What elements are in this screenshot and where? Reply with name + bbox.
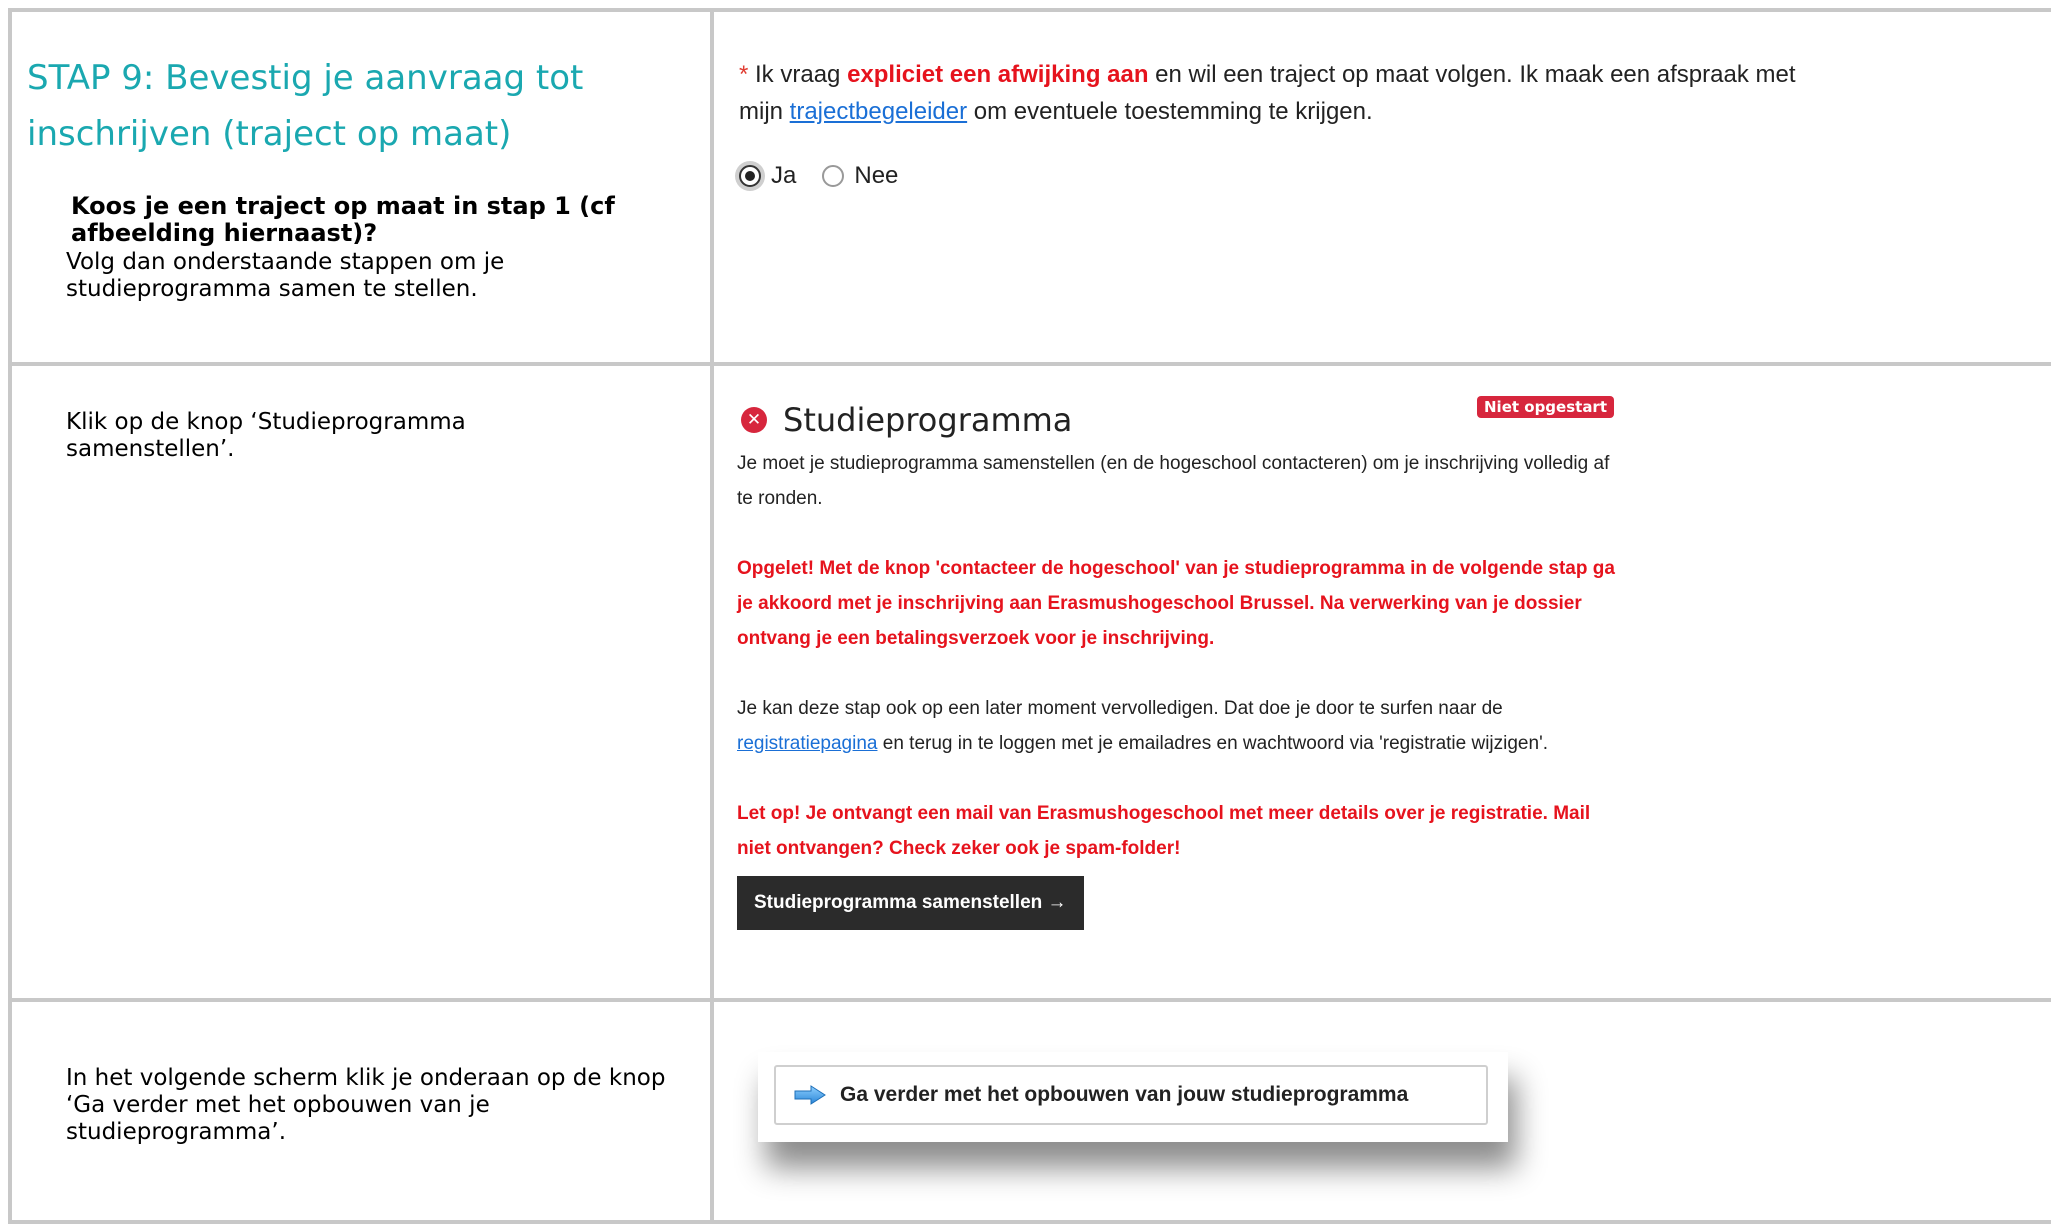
instruction-table: STAP 9: Bevestig je aanvraag tot inschri… — [8, 8, 2051, 1224]
ga-verder-button[interactable]: Ga verder met het opbouwen van jouw stud… — [774, 1065, 1488, 1125]
step-cell: In het volgende scherm klik je onderaan … — [8, 998, 714, 1224]
radio-ja[interactable] — [739, 165, 761, 187]
later-text: Je kan deze stap ook op een later moment… — [737, 691, 1617, 761]
studieprogramma-cell: ✕ Studieprogramma Niet opgestart Je moet… — [710, 362, 2051, 1002]
question-text: Koos je een traject op maat in stap 1 (c… — [71, 192, 615, 247]
step-cell: STAP 9: Bevestig je aanvraag tot inschri… — [8, 8, 714, 366]
statement-text: Ik vraag — [748, 61, 848, 88]
notice-text: Let op! Je ontvangt een mail van Erasmus… — [737, 803, 1591, 859]
later-text-part: en terug in te loggen met je emailadres … — [877, 733, 1548, 754]
deviation-radio-group: Ja Nee — [739, 162, 924, 190]
later-text-part: Je kan deze stap ook op een later moment… — [737, 698, 1503, 719]
step-cell: Klik op de knop ‘Studieprogramma samenst… — [8, 362, 714, 1002]
arrow-right-icon — [794, 1085, 826, 1105]
radio-nee[interactable] — [822, 165, 845, 187]
instruction-text: Volg dan onderstaande stappen om je stud… — [66, 249, 505, 302]
deviation-cell: * Ik vraag expliciet een afwijking aan e… — [710, 8, 2051, 366]
registratiepagina-link[interactable]: registratiepagina — [737, 733, 877, 754]
studieprogramma-panel: ✕ Studieprogramma Niet opgestart Je moet… — [737, 396, 1617, 930]
studieprogramma-samenstellen-button[interactable]: Studieprogramma samenstellen → — [737, 876, 1084, 930]
statement-emphasis: expliciet een afwijking aan — [847, 61, 1149, 88]
intro-text: Je moet je studieprogramma samenstellen … — [737, 453, 1610, 509]
status-badge: Niet opgestart — [1477, 396, 1615, 418]
radio-ja-label[interactable]: Ja — [771, 162, 796, 190]
warning-text: Opgelet! Met de knop 'contacteer de hoge… — [737, 558, 1615, 649]
button-screenshot: Ga verder met het opbouwen van jouw stud… — [758, 1052, 1508, 1142]
required-star: * — [739, 61, 749, 88]
instruction-text: Klik op de knop ‘Studieprogramma samenst… — [66, 409, 466, 462]
ga-verder-button-label: Ga verder met het opbouwen van jouw stud… — [840, 1083, 1409, 1106]
panel-title: Studieprogramma — [783, 401, 1073, 439]
error-x-icon: ✕ — [741, 407, 767, 433]
trajectbegeleider-link[interactable]: trajectbegeleider — [790, 98, 967, 125]
instruction-text: In het volgende scherm klik je onderaan … — [66, 1065, 666, 1145]
statement-text: om eventuele toestemming te krijgen. — [967, 98, 1373, 125]
screenshot-cell: Ga verder met het opbouwen van jouw stud… — [710, 998, 2051, 1224]
radio-nee-label[interactable]: Nee — [854, 162, 898, 190]
step-title: STAP 9: Bevestig je aanvraag tot inschri… — [27, 58, 584, 154]
deviation-statement: * Ik vraag expliciet een afwijking aan e… — [739, 56, 1839, 130]
